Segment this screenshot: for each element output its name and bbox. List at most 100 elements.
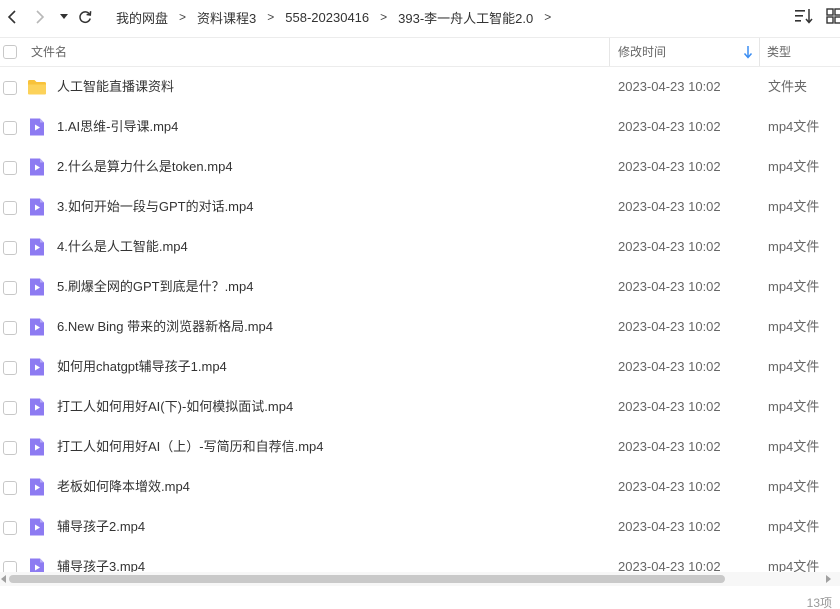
row-checkbox[interactable]: [3, 521, 17, 535]
row-checkbox[interactable]: [3, 121, 17, 135]
file-modified-time: 2023-04-23 10:02: [618, 519, 721, 534]
video-file-icon: [27, 317, 47, 337]
refresh-button[interactable]: [74, 6, 96, 28]
breadcrumb: 我的网盘 > 资料课程3 > 558-20230416 > 393-李一舟人工智…: [112, 0, 558, 34]
file-row[interactable]: 辅导孩子3.mp4 2023-04-23 10:02 mp4文件: [0, 547, 840, 572]
file-name[interactable]: 4.什么是人工智能.mp4: [57, 227, 188, 267]
file-modified-time: 2023-04-23 10:02: [618, 119, 721, 134]
row-checkbox[interactable]: [3, 281, 17, 295]
file-row[interactable]: 5.刷爆全网的GPT到底是什？.mp4 2023-04-23 10:02 mp4文件: [0, 267, 840, 307]
breadcrumb-item-current[interactable]: 393-李一舟人工智能2.0: [394, 8, 537, 27]
video-file-icon: [27, 157, 47, 177]
chevron-left-icon: [7, 10, 16, 24]
video-file-icon: [27, 277, 47, 297]
file-modified-time: 2023-04-23 10:02: [618, 439, 721, 454]
breadcrumb-item-date-folder[interactable]: 558-20230416: [281, 10, 373, 25]
row-checkbox[interactable]: [3, 241, 17, 255]
file-type: 文件夹: [768, 79, 808, 94]
video-file-icon: [27, 397, 47, 417]
select-all-checkbox[interactable]: [3, 45, 17, 59]
row-checkbox[interactable]: [3, 561, 17, 572]
horizontal-scrollbar[interactable]: [0, 572, 840, 586]
column-divider[interactable]: [609, 38, 610, 66]
back-button[interactable]: [1, 6, 23, 28]
grid-view-icon: [826, 8, 840, 24]
column-type-header[interactable]: 类型: [767, 38, 791, 66]
breadcrumb-item-home[interactable]: 我的网盘: [112, 8, 172, 27]
breadcrumb-separator-icon: >: [380, 10, 388, 24]
file-modified-time: 2023-04-23 10:02: [618, 479, 721, 494]
row-checkbox[interactable]: [3, 321, 17, 335]
file-row[interactable]: 4.什么是人工智能.mp4 2023-04-23 10:02 mp4文件: [0, 227, 840, 267]
file-row[interactable]: 老板如何降本增效.mp4 2023-04-23 10:02 mp4文件: [0, 467, 840, 507]
row-checkbox[interactable]: [3, 441, 17, 455]
item-count: 13项: [806, 596, 832, 609]
history-dropdown-button[interactable]: [56, 6, 72, 28]
file-modified-time: 2023-04-23 10:02: [618, 319, 721, 334]
file-modified-time: 2023-04-23 10:02: [618, 239, 721, 254]
row-checkbox[interactable]: [3, 161, 17, 175]
file-name[interactable]: 辅导孩子2.mp4: [57, 507, 145, 547]
video-file-icon: [27, 117, 47, 137]
file-type: mp4文件: [768, 279, 820, 294]
breadcrumb-expand-icon[interactable]: >: [537, 10, 558, 24]
scroll-left-arrow-icon[interactable]: [1, 575, 6, 583]
column-time-header[interactable]: 修改时间: [618, 38, 666, 66]
breadcrumb-item-courses[interactable]: 资料课程3: [193, 8, 260, 27]
file-name[interactable]: 3.如何开始一段与GPT的对话.mp4: [57, 187, 253, 227]
file-type: mp4文件: [768, 319, 820, 334]
sort-button[interactable]: [794, 7, 816, 27]
file-row[interactable]: 打工人如何用好AI（上）-写简历和自荐信.mp4 2023-04-23 10:02…: [0, 427, 840, 467]
file-name[interactable]: 1.AI思维-引导课.mp4: [57, 107, 178, 147]
file-name[interactable]: 5.刷爆全网的GPT到底是什？.mp4: [57, 267, 253, 307]
row-checkbox[interactable]: [3, 81, 17, 95]
file-type: mp4文件: [768, 479, 820, 494]
file-row[interactable]: 辅导孩子2.mp4 2023-04-23 10:02 mp4文件: [0, 507, 840, 547]
file-row[interactable]: 3.如何开始一段与GPT的对话.mp4 2023-04-23 10:02 mp4文件: [0, 187, 840, 227]
scroll-right-arrow-icon[interactable]: [826, 575, 831, 583]
file-row[interactable]: 6.New Bing 带来的浏览器新格局.mp4 2023-04-23 10:02…: [0, 307, 840, 347]
video-file-icon: [27, 357, 47, 377]
file-name[interactable]: 如何用chatgpt辅导孩子1.mp4: [57, 347, 227, 387]
refresh-icon: [79, 11, 92, 24]
video-file-icon: [27, 237, 47, 257]
toolbar: 我的网盘 > 资料课程3 > 558-20230416 > 393-李一舟人工智…: [0, 0, 840, 34]
file-row[interactable]: 1.AI思维-引导课.mp4 2023-04-23 10:02 mp4文件: [0, 107, 840, 147]
breadcrumb-separator-icon: >: [179, 10, 187, 24]
video-file-icon: [27, 517, 47, 537]
forward-button[interactable]: [29, 6, 51, 28]
video-file-icon: [27, 477, 47, 497]
file-type: mp4文件: [768, 519, 820, 534]
file-modified-time: 2023-04-23 10:02: [618, 399, 721, 414]
row-checkbox[interactable]: [3, 401, 17, 415]
file-name[interactable]: 6.New Bing 带来的浏览器新格局.mp4: [57, 307, 273, 347]
file-type: mp4文件: [768, 199, 820, 214]
file-row[interactable]: 打工人如何用好AI(下)-如何模拟面试.mp4 2023-04-23 10:02 m…: [0, 387, 840, 427]
sort-descending-icon[interactable]: [742, 45, 754, 59]
view-toggle-button[interactable]: [825, 7, 840, 27]
file-name[interactable]: 2.什么是算力什么是token.mp4: [57, 147, 233, 187]
scrollbar-thumb[interactable]: [9, 575, 725, 583]
video-file-icon: [27, 437, 47, 457]
column-divider[interactable]: [759, 38, 760, 66]
row-checkbox[interactable]: [3, 361, 17, 375]
file-name[interactable]: 人工智能直播课资料: [57, 67, 174, 107]
row-checkbox[interactable]: [3, 481, 17, 495]
row-checkbox[interactable]: [3, 201, 17, 215]
file-name[interactable]: 打工人如何用好AI（上）-写简历和自荐信.mp4: [57, 427, 324, 467]
file-name[interactable]: 打工人如何用好AI(下)-如何模拟面试.mp4: [57, 387, 293, 427]
file-row[interactable]: 如何用chatgpt辅导孩子1.mp4 2023-04-23 10:02 mp4文件: [0, 347, 840, 387]
column-name-header[interactable]: 文件名: [31, 38, 67, 66]
file-type: mp4文件: [768, 439, 820, 454]
file-name[interactable]: 老板如何降本增效.mp4: [57, 467, 190, 507]
file-type: mp4文件: [768, 239, 820, 254]
column-header: 文件名 修改时间 类型: [0, 37, 840, 67]
file-row[interactable]: 2.什么是算力什么是token.mp4 2023-04-23 10:02 mp4文件: [0, 147, 840, 187]
file-type: mp4文件: [768, 559, 820, 572]
file-list: 人工智能直播课资料 2023-04-23 10:02 文件夹 1.AI思维-引导课.m…: [0, 67, 840, 572]
file-modified-time: 2023-04-23 10:02: [618, 159, 721, 174]
file-name[interactable]: 辅导孩子3.mp4: [57, 547, 145, 572]
file-row[interactable]: 人工智能直播课资料 2023-04-23 10:02 文件夹: [0, 67, 840, 107]
file-modified-time: 2023-04-23 10:02: [618, 79, 721, 94]
video-file-icon: [27, 557, 47, 572]
